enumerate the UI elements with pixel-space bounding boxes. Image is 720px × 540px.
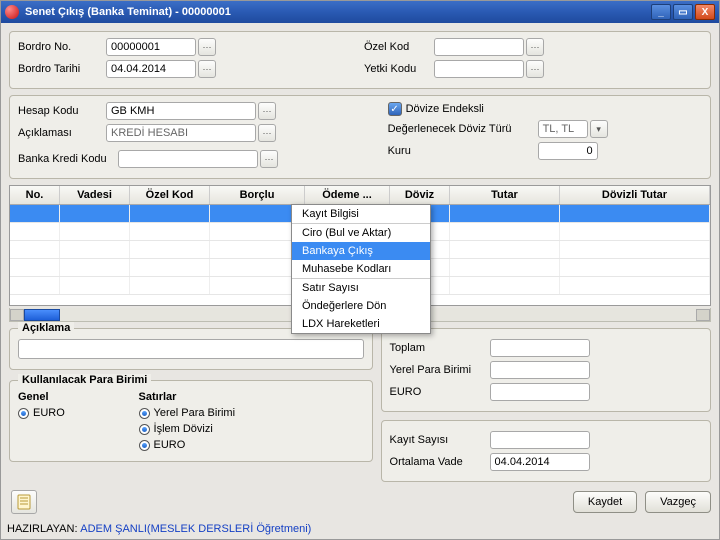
kuru-label: Kuru (388, 145, 538, 157)
col-ozel-kod[interactable]: Özel Kod (130, 186, 210, 204)
bordro-tarih-picker[interactable]: ⋯ (198, 60, 216, 78)
yetki-kodu-lookup[interactable]: ⋯ (526, 60, 544, 78)
hesap-panel: Hesap Kodu GB KMH ⋯ Açıklaması KREDİ HES… (9, 95, 711, 179)
maximize-button[interactable]: ▭ (673, 4, 693, 20)
bordro-tarih-label: Bordro Tarihi (18, 63, 106, 75)
yetki-kodu-field[interactable] (434, 60, 524, 78)
stats-group: Kayıt Sayısı Ortalama Vade 04.04.2014 (381, 420, 711, 482)
kayit-sayisi-field (490, 431, 590, 449)
aciklama-field[interactable] (18, 339, 364, 359)
kuru-field[interactable]: 0 (538, 142, 598, 160)
dovize-endeksli-label: Dövize Endeksli (406, 103, 484, 115)
yerel-para-label: Yerel Para Birimi (390, 364, 490, 376)
currency-group: Kullanılacak Para Birimi Genel EURO Satı… (9, 380, 373, 462)
ctx-ondeger[interactable]: Öndeğerlere Dön (292, 297, 430, 315)
kayit-sayisi-label: Kayıt Sayısı (390, 434, 490, 446)
hesap-kodu-label: Hesap Kodu (18, 105, 106, 117)
scroll-thumb[interactable] (24, 309, 60, 321)
app-window: Senet Çıkış (Banka Teminat) - 00000001 _… (0, 0, 720, 540)
col-tutar[interactable]: Tutar (450, 186, 560, 204)
radio-satir-yerel[interactable]: Yerel Para Birimi (139, 407, 364, 419)
yetki-kodu-label: Yetki Kodu (364, 63, 434, 75)
hesap-kodu-field[interactable]: GB KMH (106, 102, 256, 120)
doviz-turu-dropdown[interactable]: ▾ (590, 120, 608, 138)
hesap-aciklama-field: KREDİ HESABI (106, 124, 256, 142)
dovize-endeksli-check[interactable]: ✓ (388, 102, 402, 116)
ozel-kod-field[interactable] (434, 38, 524, 56)
ctx-bankaya-cikis[interactable]: Bankaya Çıkış (292, 242, 430, 260)
toplam-field (490, 339, 590, 357)
kaydet-button[interactable]: Kaydet (573, 491, 637, 513)
col-doviz[interactable]: Döviz (390, 186, 450, 204)
col-borclu[interactable]: Borçlu (210, 186, 305, 204)
euro-total-field (490, 383, 590, 401)
hesap-kodu-lookup[interactable]: ⋯ (258, 102, 276, 120)
hesap-aciklama-lookup[interactable]: ⋯ (258, 124, 276, 142)
ozel-kod-lookup[interactable]: ⋯ (526, 38, 544, 56)
aciklama-group: Açıklama (9, 328, 373, 370)
minimize-button[interactable]: _ (651, 4, 671, 20)
hesap-aciklama-label: Açıklaması (18, 127, 106, 139)
grid-body[interactable]: Kayıt Bilgisi Ciro (Bul ve Aktar) Bankay… (10, 205, 710, 305)
close-button[interactable]: X (695, 4, 715, 20)
ctx-ciro[interactable]: Ciro (Bul ve Aktar) (292, 223, 430, 242)
bordro-no-lookup[interactable]: ⋯ (198, 38, 216, 56)
banka-kredi-kodu-lookup[interactable]: ⋯ (260, 150, 278, 168)
titlebar: Senet Çıkış (Banka Teminat) - 00000001 _… (1, 1, 719, 23)
doviz-turu-select[interactable]: TL, TL (538, 120, 588, 138)
ctx-ldx[interactable]: LDX Hareketleri (292, 315, 430, 333)
aciklama-legend: Açıklama (18, 322, 74, 334)
col-no[interactable]: No. (10, 186, 60, 204)
ozel-kod-label: Özel Kod (364, 41, 434, 53)
notes-icon-button[interactable] (11, 490, 37, 514)
currency-legend: Kullanılacak Para Birimi (18, 374, 151, 386)
ctx-muhasebe-kodlari[interactable]: Muhasebe Kodları (292, 260, 430, 278)
euro-total-label: EURO (390, 386, 490, 398)
context-menu: Kayıt Bilgisi Ciro (Bul ve Aktar) Bankay… (291, 204, 431, 334)
scroll-right-button[interactable] (696, 309, 710, 321)
lines-grid[interactable]: No. Vadesi Özel Kod Borçlu Ödeme ... Döv… (9, 185, 711, 306)
vazgec-button[interactable]: Vazgeç (645, 491, 711, 513)
ortalama-vade-label: Ortalama Vade (390, 456, 490, 468)
bordro-panel: Bordro No. 00000001 ⋯ Bordro Tarihi 04.0… (9, 31, 711, 89)
banka-kredi-kodu-label: Banka Kredi Kodu (18, 153, 118, 165)
yerel-para-field (490, 361, 590, 379)
app-icon (5, 5, 19, 19)
ctx-kayit-bilgisi[interactable]: Kayıt Bilgisi (292, 205, 430, 223)
scroll-left-button[interactable] (10, 309, 24, 321)
totals-group: Toplam Yerel Para Birimi EURO (381, 328, 711, 412)
genel-label: Genel (18, 391, 131, 403)
footer-credit: HAZIRLAYAN: ADEM ŞANLI(MESLEK DERSLERİ Ö… (7, 523, 311, 535)
doviz-turu-label: Değerlenecek Döviz Türü (388, 123, 538, 135)
window-title: Senet Çıkış (Banka Teminat) - 00000001 (25, 6, 231, 18)
bordro-tarih-field[interactable]: 04.04.2014 (106, 60, 196, 78)
radio-genel-euro[interactable]: EURO (18, 407, 131, 419)
banka-kredi-kodu-field[interactable] (118, 150, 258, 168)
radio-satir-euro[interactable]: EURO (139, 439, 364, 451)
bordro-no-label: Bordro No. (18, 41, 106, 53)
ortalama-vade-field: 04.04.2014 (490, 453, 590, 471)
toplam-label: Toplam (390, 342, 490, 354)
satirlar-label: Satırlar (139, 391, 364, 403)
col-vadesi[interactable]: Vadesi (60, 186, 130, 204)
bordro-no-field[interactable]: 00000001 (106, 38, 196, 56)
col-dovizli-tutar[interactable]: Dövizli Tutar (560, 186, 710, 204)
col-odeme[interactable]: Ödeme ... (305, 186, 390, 204)
grid-header: No. Vadesi Özel Kod Borçlu Ödeme ... Döv… (10, 186, 710, 205)
ctx-satir-sayisi[interactable]: Satır Sayısı (292, 278, 430, 297)
radio-satir-islem[interactable]: İşlem Dövizi (139, 423, 364, 435)
